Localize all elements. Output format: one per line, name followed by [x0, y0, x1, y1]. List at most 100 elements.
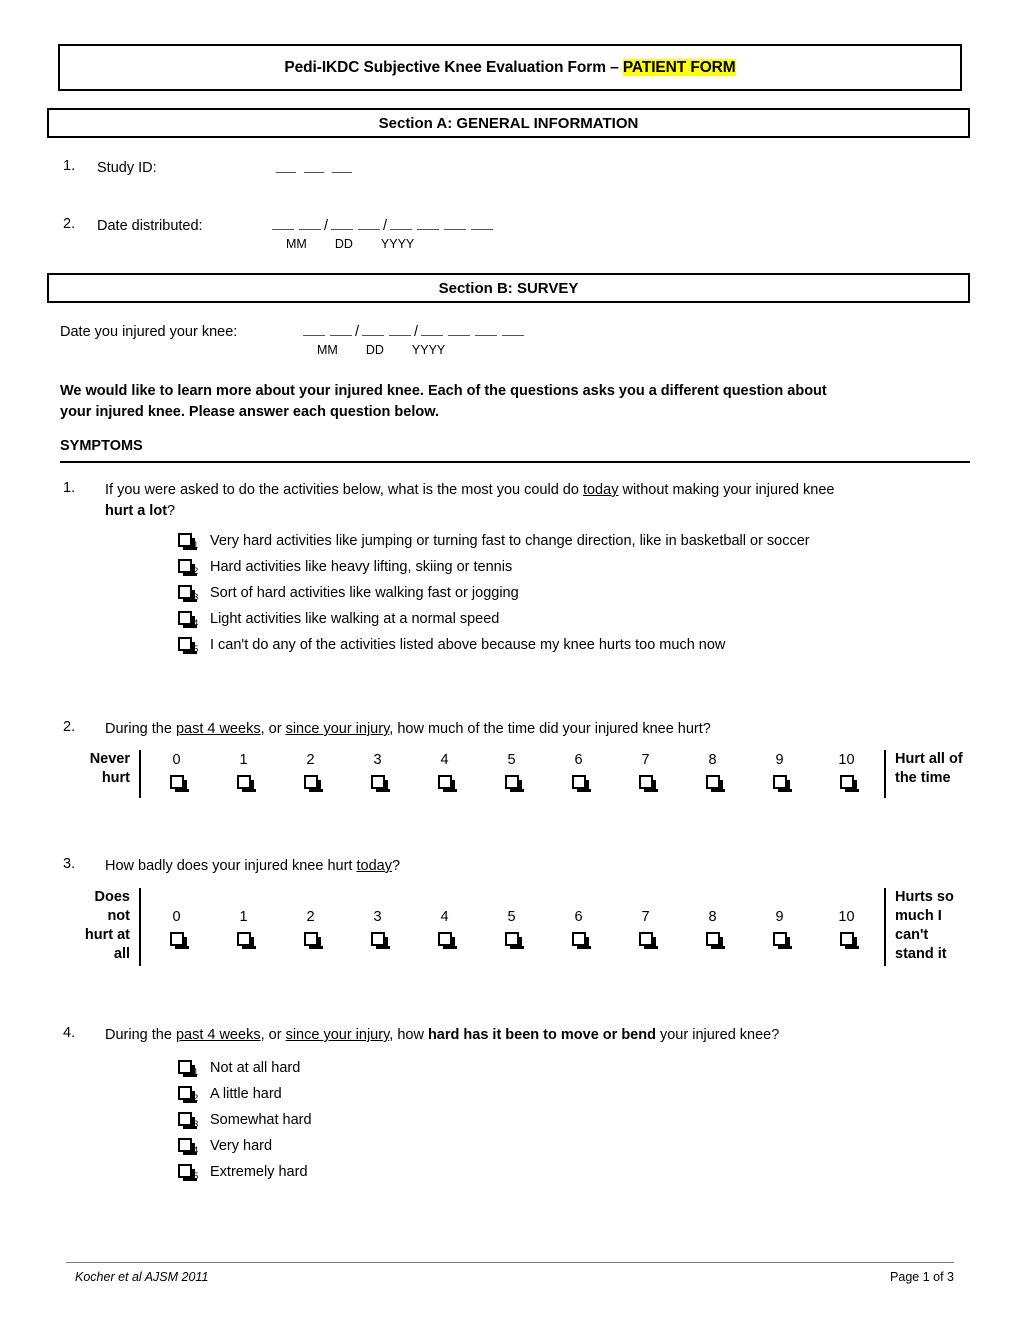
scale-option[interactable]: 1 — [210, 750, 277, 798]
checkbox-icon[interactable] — [178, 533, 197, 550]
scale-option[interactable]: 6 — [545, 907, 612, 966]
option-row[interactable]: 5 I can't do any of the activities liste… — [178, 637, 810, 663]
injury-yyyy-blank-1[interactable] — [421, 324, 444, 336]
checkbox-icon[interactable] — [236, 775, 256, 792]
option-label: I can't do any of the activities listed … — [210, 637, 726, 653]
option-row[interactable]: 1 Not at all hard — [178, 1060, 312, 1086]
scale-option[interactable]: 10 — [813, 750, 880, 798]
date-distributed-input[interactable]: / / — [272, 218, 494, 234]
option-row[interactable]: 4 Light activities like walking at a nor… — [178, 611, 810, 637]
study-id-input[interactable] — [276, 160, 352, 178]
dd-blank-1[interactable] — [331, 218, 354, 230]
option-row[interactable]: 3 Somewhat hard — [178, 1112, 312, 1138]
mm-blank-2[interactable] — [299, 218, 321, 230]
scale-value: 10 — [838, 752, 855, 768]
injury-yyyy-blank-4[interactable] — [502, 324, 525, 336]
checkbox-icon[interactable] — [504, 775, 524, 792]
checkbox-icon[interactable] — [772, 775, 792, 792]
scale-option[interactable]: 2 — [277, 907, 344, 966]
scale-option[interactable]: 10 — [813, 907, 880, 966]
dd-blank-2[interactable] — [358, 218, 381, 230]
injury-dd-blank-2[interactable] — [389, 324, 412, 336]
scale-option[interactable]: 8 — [679, 907, 746, 966]
checkbox-icon[interactable] — [437, 775, 457, 792]
option-row[interactable]: 4 Very hard — [178, 1138, 312, 1164]
checkbox-icon[interactable] — [178, 1112, 197, 1129]
checkbox-icon[interactable] — [178, 637, 197, 654]
injury-date-input[interactable]: / / — [303, 324, 525, 340]
checkbox-icon[interactable] — [370, 775, 390, 792]
scale-value: 0 — [172, 909, 181, 925]
yyyy-blank-4[interactable] — [471, 218, 494, 230]
section-b-header: Section B: SURVEY — [47, 273, 970, 303]
question-4-number: 4. — [63, 1025, 76, 1041]
option-row[interactable]: 1 Very hard activities like jumping or t… — [178, 533, 810, 559]
q4-text-part4: your injured knee? — [655, 1027, 780, 1043]
injury-mm-blank-1[interactable] — [303, 324, 325, 336]
scale-value: 7 — [641, 752, 650, 768]
mm-blank-1[interactable] — [272, 218, 294, 230]
checkbox-icon[interactable] — [178, 611, 197, 628]
checkbox-icon[interactable] — [772, 932, 792, 949]
scale-option[interactable]: 8 — [679, 750, 746, 798]
checkbox-icon[interactable] — [370, 932, 390, 949]
checkbox-icon[interactable] — [839, 932, 859, 949]
scale-option[interactable]: 9 — [746, 750, 813, 798]
yyyy-blank-3[interactable] — [444, 218, 467, 230]
scale-option[interactable]: 6 — [545, 750, 612, 798]
injury-yyyy-blank-3[interactable] — [475, 324, 498, 336]
checkbox-icon[interactable] — [571, 932, 591, 949]
checkbox-icon[interactable] — [504, 932, 524, 949]
q4-text-part1: During the — [105, 1027, 176, 1043]
study-id-blank-1[interactable] — [276, 161, 296, 173]
q1-underline-today: today — [582, 482, 619, 498]
checkbox-icon[interactable] — [169, 932, 189, 949]
checkbox-icon[interactable] — [178, 1164, 197, 1181]
checkbox-icon[interactable] — [178, 1138, 197, 1155]
option-row[interactable]: 5 Extremely hard — [178, 1164, 312, 1190]
scale-value: 6 — [574, 909, 583, 925]
scale-option[interactable]: 1 — [210, 907, 277, 966]
checkbox-icon[interactable] — [839, 775, 859, 792]
scale-option[interactable]: 9 — [746, 907, 813, 966]
option-row[interactable]: 2 A little hard — [178, 1086, 312, 1112]
q4-underline-past-4-weeks: past 4 weeks — [175, 1027, 261, 1043]
scale-option[interactable]: 0 — [143, 750, 210, 798]
checkbox-icon[interactable] — [638, 775, 658, 792]
scale-option[interactable]: 4 — [411, 907, 478, 966]
checkbox-icon[interactable] — [236, 932, 256, 949]
checkbox-icon[interactable] — [571, 775, 591, 792]
checkbox-icon[interactable] — [178, 585, 197, 602]
yyyy-blank-2[interactable] — [417, 218, 440, 230]
checkbox-icon[interactable] — [705, 775, 725, 792]
checkbox-icon[interactable] — [178, 559, 197, 576]
scale-option[interactable]: 4 — [411, 750, 478, 798]
question-3-number: 3. — [63, 856, 76, 872]
checkbox-icon[interactable] — [169, 775, 189, 792]
study-id-blank-2[interactable] — [304, 161, 324, 173]
option-row[interactable]: 2 Hard activities like heavy lifting, sk… — [178, 559, 810, 585]
checkbox-icon[interactable] — [178, 1060, 197, 1077]
yyyy-caption: YYYY — [380, 237, 415, 251]
study-id-blank-3[interactable] — [332, 161, 352, 173]
scale-option[interactable]: 5 — [478, 907, 545, 966]
scale-option[interactable]: 0 — [143, 907, 210, 966]
checkbox-icon[interactable] — [705, 932, 725, 949]
scale-option[interactable]: 3 — [344, 907, 411, 966]
checkbox-icon[interactable] — [638, 932, 658, 949]
checkbox-icon[interactable] — [178, 1086, 197, 1103]
injury-dd-blank-1[interactable] — [362, 324, 385, 336]
checkbox-icon[interactable] — [303, 775, 323, 792]
option-row[interactable]: 3 Sort of hard activities like walking f… — [178, 585, 810, 611]
injury-mm-blank-2[interactable] — [330, 324, 352, 336]
yyyy-blank-1[interactable] — [390, 218, 413, 230]
injury-yyyy-blank-2[interactable] — [448, 324, 471, 336]
scale-option[interactable]: 2 — [277, 750, 344, 798]
checkbox-icon[interactable] — [437, 932, 457, 949]
scale-option[interactable]: 5 — [478, 750, 545, 798]
scale-option[interactable]: 3 — [344, 750, 411, 798]
option-label: Light activities like walking at a norma… — [210, 611, 500, 627]
scale-option[interactable]: 7 — [612, 750, 679, 798]
scale-option[interactable]: 7 — [612, 907, 679, 966]
checkbox-icon[interactable] — [303, 932, 323, 949]
